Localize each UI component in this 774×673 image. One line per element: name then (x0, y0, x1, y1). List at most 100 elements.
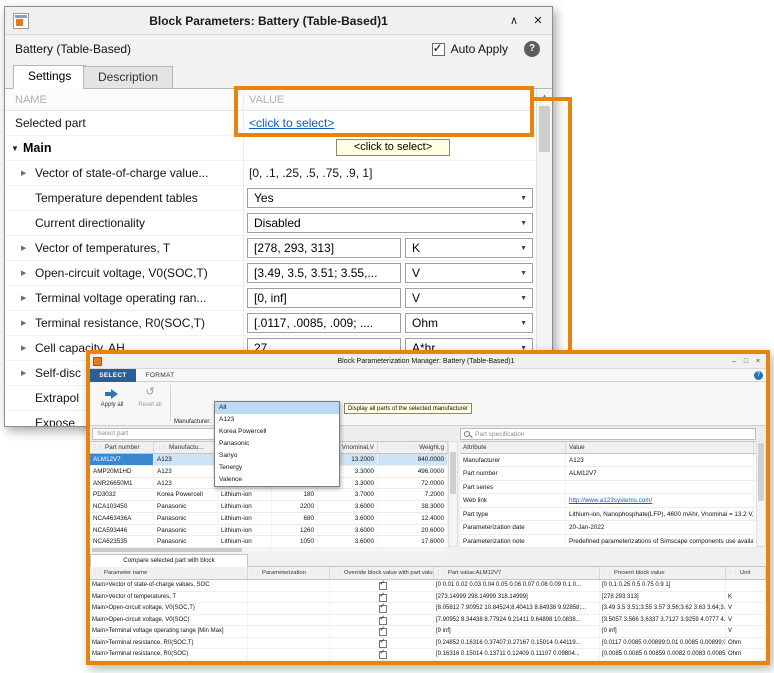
col-parameter-name[interactable]: Parameter name (90, 567, 248, 579)
compare-tab-strip: Compare selected part with block (90, 553, 766, 567)
maximize-button[interactable]: □ (740, 354, 752, 369)
cell-weight: 7.2000 (378, 489, 448, 500)
expand-arrow-icon[interactable]: ▶ (21, 236, 26, 261)
parameter-dropdown[interactable]: Yes ▼ (247, 188, 533, 208)
expand-arrow-icon[interactable]: ▶ (21, 361, 26, 386)
cell-override: ✓ (330, 592, 434, 603)
auto-apply-control[interactable]: ✓ Auto Apply (432, 35, 508, 63)
parameter-value[interactable]: [0, .1, .25, .5, .75, .9, 1] (249, 161, 372, 186)
cell-part-value: [273.14999 298.14999 318.14999] (434, 592, 600, 603)
parameter-dropdown[interactable]: Disabled ▼ (247, 213, 533, 233)
col-unit[interactable]: Unit (726, 567, 766, 579)
override-checkbox[interactable]: ✓ (379, 582, 387, 590)
cell-block-value: [0 inf] (600, 626, 726, 637)
manager-help-button[interactable]: ? (754, 371, 763, 380)
part-table-row[interactable]: PD3032 Korea Powercell Lithium-ion 180 3… (90, 489, 448, 501)
compare-tab[interactable]: Compare selected part with block (90, 554, 248, 567)
override-checkbox[interactable]: ✓ (379, 640, 387, 648)
col-value[interactable]: Value (566, 442, 754, 453)
spec-table: Attribute Value Manufacturer A123 Part n… (460, 441, 756, 547)
check-icon: ✓ (380, 592, 386, 600)
auto-apply-label: Auto Apply (451, 42, 508, 56)
expand-arrow-icon[interactable]: ▶ (21, 261, 26, 286)
cell-parameter-name: Main>Open-circuit voltage, V0(SOC,T) (90, 603, 248, 614)
part-table-row[interactable]: NCA463436A Panasonic Lithium-ion 680 3.6… (90, 513, 448, 525)
col-attribute[interactable]: Attribute (460, 442, 566, 453)
dropdown-option[interactable]: A123 (215, 414, 339, 426)
auto-apply-checkbox[interactable]: ✓ (432, 43, 445, 56)
dropdown-option[interactable]: Korea Powercell (215, 426, 339, 438)
section-row-main[interactable]: ▼ Main (5, 136, 536, 161)
dropdown-option[interactable]: Sanyo (215, 450, 339, 462)
override-checkbox[interactable]: ✓ (379, 617, 387, 625)
parameter-input[interactable]: [278, 293, 313] (247, 238, 401, 258)
dropdown-option[interactable]: Panasonic (215, 438, 339, 450)
parameter-input[interactable]: [.0117, .0085, .009; .... (247, 313, 401, 333)
help-button[interactable]: ? (524, 41, 540, 57)
col-manufacturer[interactable]: Manufactu... (154, 442, 218, 453)
expand-arrow-icon[interactable]: ▶ (21, 336, 26, 361)
chevron-down-icon: ▼ (520, 220, 527, 227)
dropdown-option[interactable]: Valence (215, 474, 339, 486)
unit-dropdown[interactable]: V ▼ (405, 263, 533, 283)
parameter-input[interactable]: [3.49, 3.5, 3.51; 3.55,... (247, 263, 401, 283)
dropdown-option[interactable]: All (215, 402, 339, 414)
close-window-button[interactable]: × (526, 7, 550, 35)
tab-settings[interactable]: Settings (13, 65, 86, 89)
col-part-number[interactable]: Part number (90, 442, 154, 453)
block-name: Battery (Table-Based) (15, 35, 131, 63)
tab-description[interactable]: Description (83, 66, 173, 89)
override-checkbox[interactable]: ✓ (379, 651, 387, 659)
col-weight[interactable]: Weight,g (378, 442, 448, 453)
spec-table-scrollbar[interactable] (756, 441, 766, 547)
input-value: [0, inf] (254, 289, 400, 307)
collapse-arrow-icon[interactable]: ▼ (11, 136, 19, 161)
cell-part-number: AMP20M1HD (90, 466, 154, 477)
unit-dropdown[interactable]: Ohm ▼ (405, 313, 533, 333)
dialog-titlebar[interactable]: Block Parameters: Battery (Table-Based)1… (5, 7, 552, 35)
expand-arrow-icon[interactable]: ▶ (21, 286, 26, 311)
part-table-row[interactable]: NCA103450 Panasonic Lithium-ion 2200 3.6… (90, 501, 448, 513)
apply-all-button[interactable]: Apply all (94, 385, 130, 413)
cell-part-number: NCA623535 (90, 536, 154, 547)
manager-title: Block Parameterization Manager: Battery … (130, 354, 722, 369)
cell-unit: V (726, 615, 766, 626)
ribbon-tab-select[interactable]: SELECT (90, 369, 136, 382)
cell-value: Predefined parameterizations of Simscape… (566, 535, 754, 547)
col-override[interactable]: Override block value with part value (330, 567, 434, 579)
override-checkbox[interactable]: ✓ (379, 594, 387, 602)
col-present-block-value[interactable]: Present block value (600, 567, 726, 579)
cell-part-value: [7.90952 8.34438 8.77924 9.21411 9.64898… (434, 615, 600, 626)
reset-all-button[interactable]: ↺ Reset all (132, 385, 168, 413)
scrollbar-thumb[interactable] (758, 443, 764, 501)
ribbon-tab-format[interactable]: FORMAT (136, 369, 184, 382)
part-table-scrollbar[interactable] (448, 441, 458, 547)
col-parameterization[interactable]: Parameterization (248, 567, 330, 579)
override-checkbox[interactable]: ✓ (379, 628, 387, 636)
scrollbar-thumb[interactable] (539, 106, 550, 152)
unit-dropdown[interactable]: V ▼ (405, 288, 533, 308)
cell-capacity: 1050 (272, 536, 318, 547)
cell-capacity: 2200 (272, 501, 318, 512)
cell-type: Lithium-ion (218, 536, 272, 547)
part-table-row[interactable]: NCA593446 Panasonic Lithium-ion 1260 3.6… (90, 525, 448, 537)
minimize-button[interactable]: – (728, 354, 740, 369)
scrollbar-thumb[interactable] (92, 548, 242, 552)
override-checkbox[interactable]: ✓ (379, 605, 387, 613)
close-button[interactable]: × (752, 354, 764, 369)
expand-arrow-icon[interactable]: ▶ (21, 311, 26, 336)
manager-titlebar[interactable]: Block Parameterization Manager: Battery … (90, 354, 766, 369)
cell-attribute: Part type (460, 508, 566, 520)
spec-table-row: Manufacturer A123 (460, 454, 756, 467)
col-part-value[interactable]: Part value:ALM12V7 (434, 567, 600, 579)
unit-value: Ohm (412, 314, 532, 332)
scrollbar-thumb[interactable] (450, 452, 456, 494)
parameter-name: Extrapol (35, 386, 79, 411)
unit-dropdown[interactable]: K ▼ (405, 238, 533, 258)
part-specification-search[interactable]: Part specification (460, 428, 756, 440)
name-column-header: NAME (15, 89, 47, 111)
collapse-window-button[interactable]: ∧ (502, 7, 526, 35)
parameter-input[interactable]: [0, inf] (247, 288, 401, 308)
expand-arrow-icon[interactable]: ▶ (21, 161, 26, 186)
dropdown-option[interactable]: Tenergy (215, 462, 339, 474)
